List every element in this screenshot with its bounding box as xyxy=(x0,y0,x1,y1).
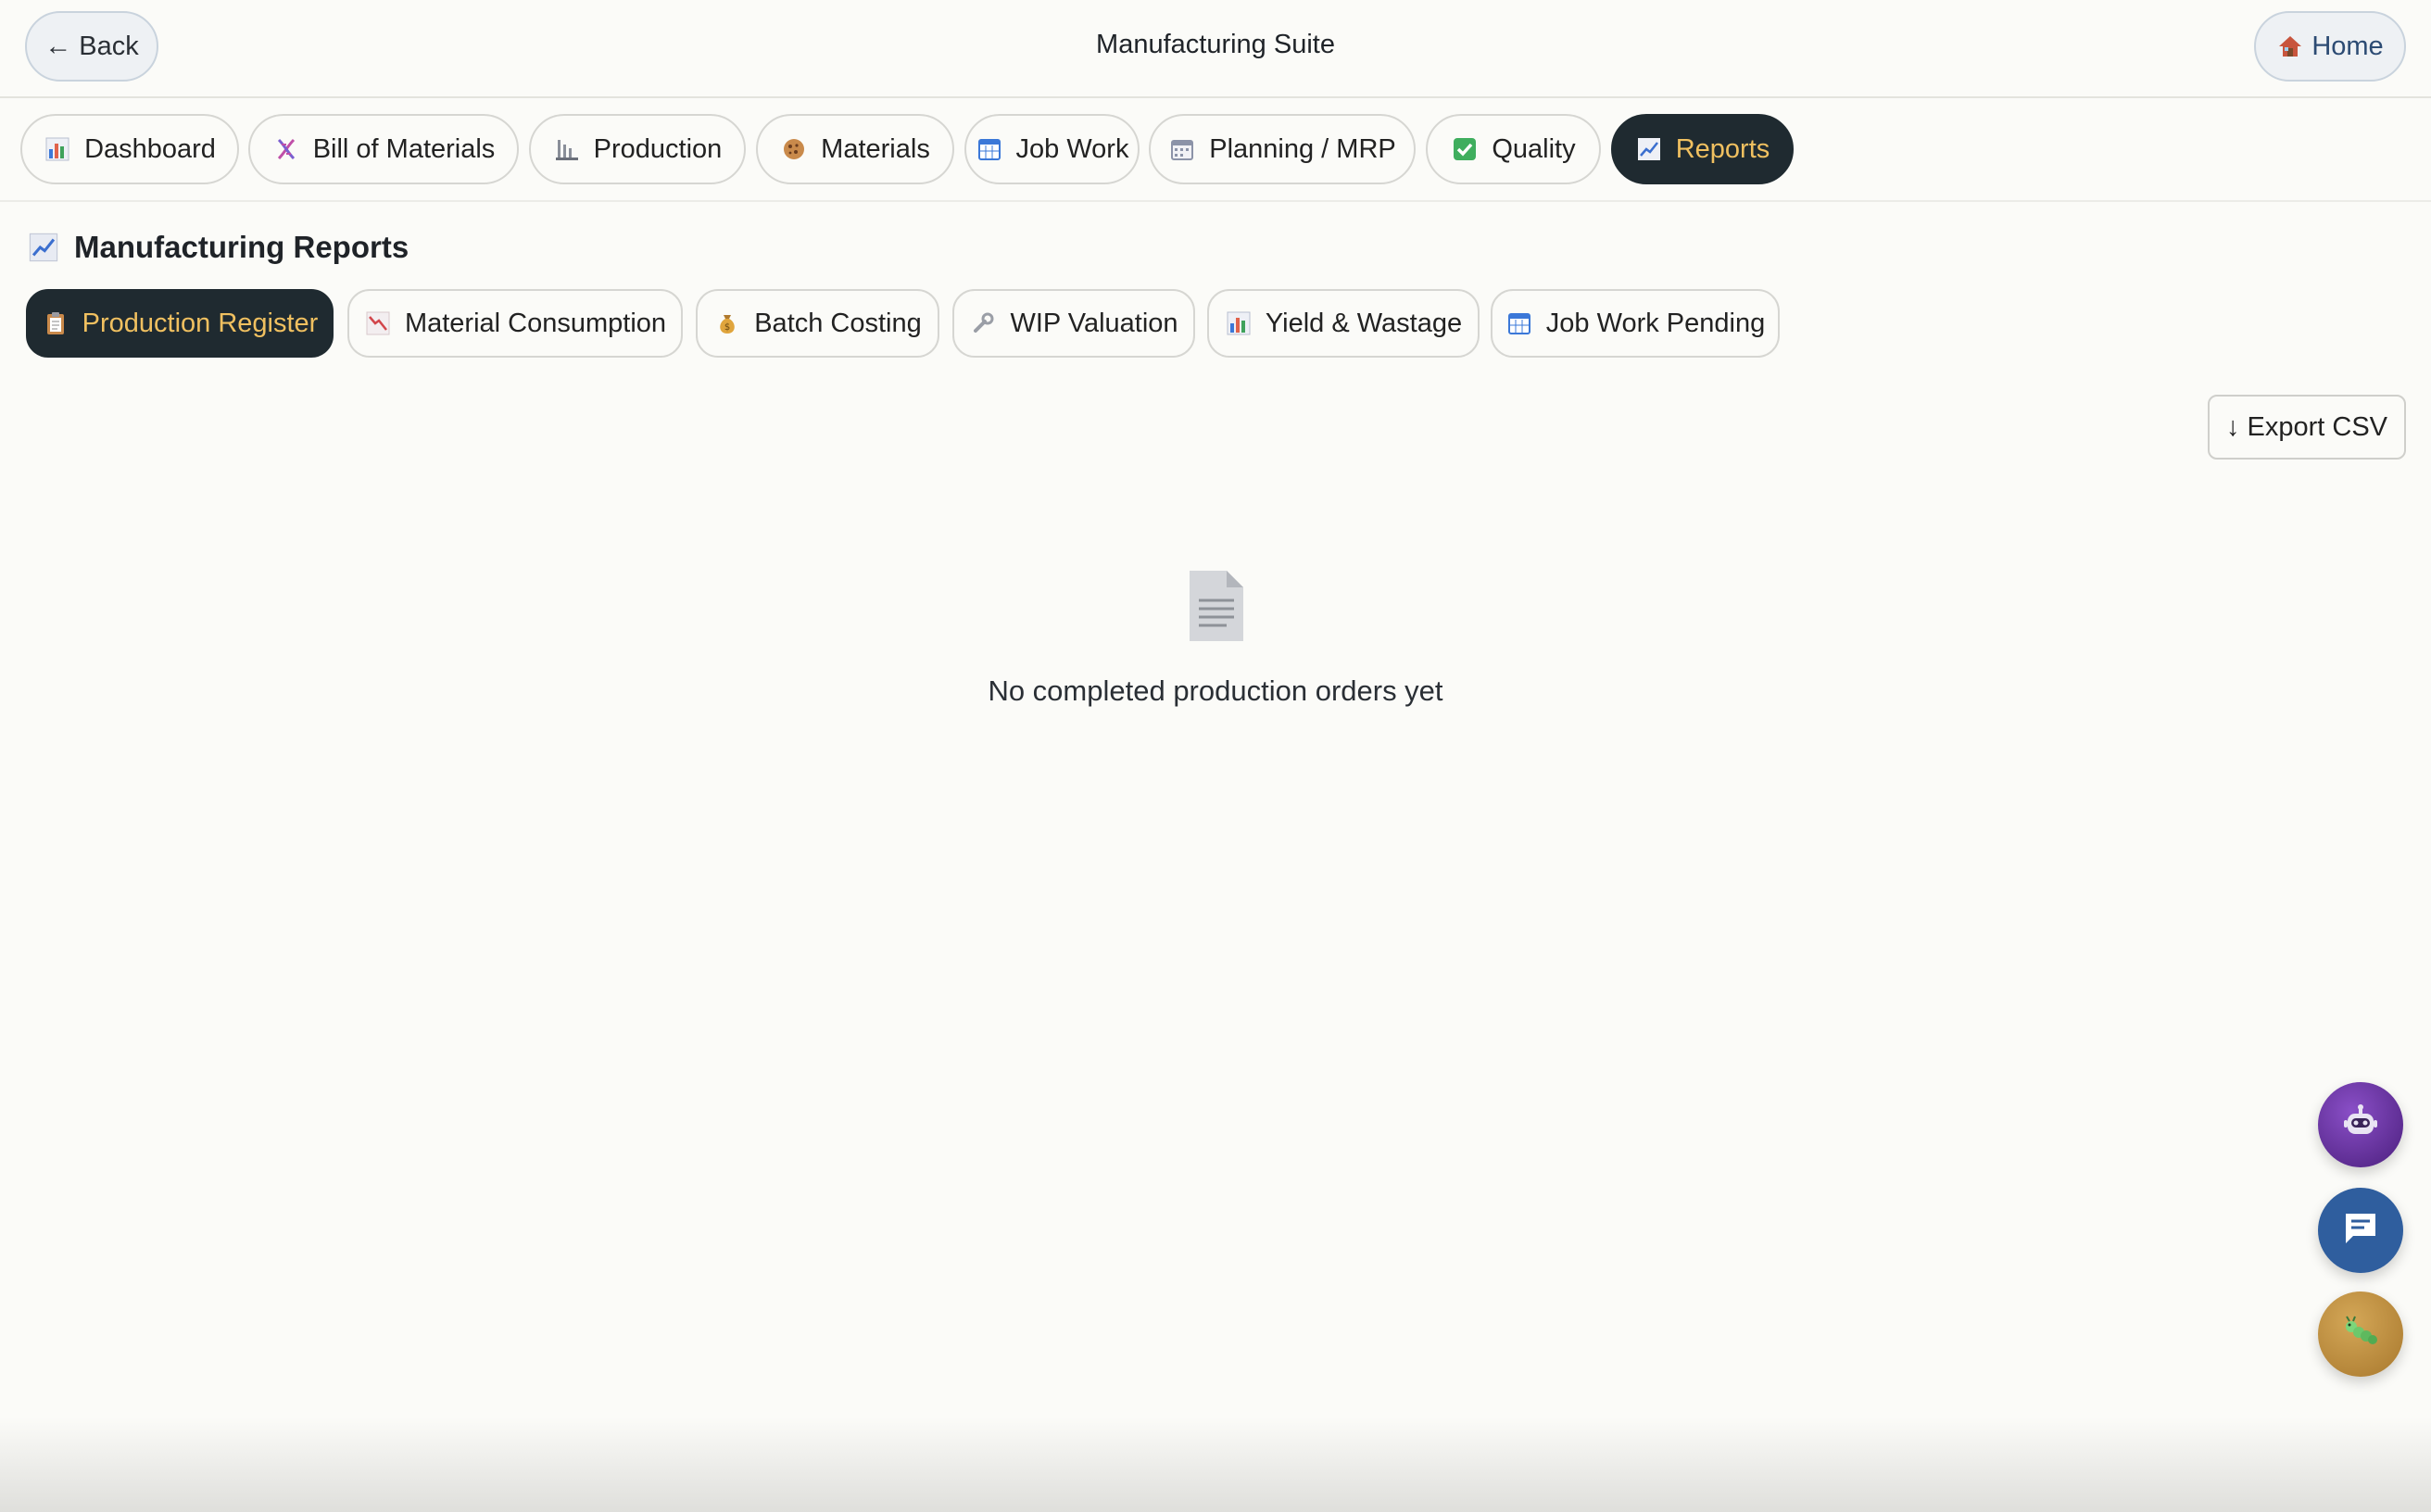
subtab-yield-wastage[interactable]: Yield & Wastage xyxy=(1207,289,1480,358)
tab-label: Planning / MRP xyxy=(1209,133,1396,164)
money-bag-icon: $ xyxy=(713,309,741,337)
main-tab-bar: Dashboard Bill of Materials Production M… xyxy=(0,98,2431,202)
subtab-label: Production Register xyxy=(82,308,319,338)
bottom-shadow xyxy=(0,1418,2431,1512)
subtab-label: Material Consumption xyxy=(404,308,667,338)
tab-label: Bill of Materials xyxy=(312,133,496,164)
chat-icon xyxy=(2340,1208,2381,1254)
subtab-job-work-pending[interactable]: Job Work Pending xyxy=(1491,289,1780,358)
tab-dashboard[interactable]: Dashboard xyxy=(20,114,239,184)
document-icon xyxy=(1186,569,1245,643)
section-title: Manufacturing Reports xyxy=(28,230,409,265)
subtab-label: Batch Costing xyxy=(754,308,922,338)
tab-label: Quality xyxy=(1492,133,1576,164)
factory-icon xyxy=(553,135,581,163)
robot-icon xyxy=(2338,1101,2383,1150)
subtab-label: Yield & Wastage xyxy=(1265,308,1463,338)
house-icon xyxy=(2276,32,2304,60)
export-csv-button[interactable]: ↓ Export CSV xyxy=(2208,395,2406,460)
trend-up-icon xyxy=(28,232,59,263)
tab-job-work[interactable]: Job Work xyxy=(964,114,1140,184)
section-title-text: Manufacturing Reports xyxy=(74,230,409,264)
tab-label: Dashboard xyxy=(84,133,216,164)
subtab-production-register[interactable]: Production Register xyxy=(26,289,334,358)
bar-chart-icon xyxy=(44,135,71,163)
clipboard-icon xyxy=(42,309,69,337)
dna-icon xyxy=(272,135,300,163)
home-button-label: Home xyxy=(2311,31,2384,61)
tab-materials[interactable]: Materials xyxy=(756,114,954,184)
subtab-label: WIP Valuation xyxy=(1010,308,1178,338)
cookie-icon xyxy=(780,135,808,163)
svg-text:$: $ xyxy=(724,322,730,333)
app-title: Manufacturing Suite xyxy=(1096,30,1335,59)
subtab-batch-costing[interactable]: $ Batch Costing xyxy=(696,289,939,358)
tab-label: Reports xyxy=(1675,133,1770,164)
subtab-label: Job Work Pending xyxy=(1545,308,1766,338)
assistant-bot-button[interactable] xyxy=(2318,1082,2403,1167)
calendar-grid-icon xyxy=(1505,309,1533,337)
export-csv-label: ↓ Export CSV xyxy=(2225,411,2388,442)
bug-icon xyxy=(2338,1310,2383,1359)
tab-quality[interactable]: Quality xyxy=(1426,114,1601,184)
report-bug-button[interactable] xyxy=(2318,1292,2403,1377)
top-header: ← Back Manufacturing Suite Home xyxy=(0,0,2431,98)
chat-button[interactable] xyxy=(2318,1188,2403,1273)
tab-label: Materials xyxy=(821,133,930,164)
trend-up-icon xyxy=(1635,135,1663,163)
empty-state-message: No completed production orders yet xyxy=(988,674,1443,707)
subtab-wip-valuation[interactable]: WIP Valuation xyxy=(952,289,1195,358)
tab-label: Job Work xyxy=(1015,133,1129,164)
wrench-icon xyxy=(969,309,997,337)
tab-label: Production xyxy=(593,133,723,164)
calendar-icon xyxy=(1168,135,1196,163)
tab-bill-of-materials[interactable]: Bill of Materials xyxy=(248,114,519,184)
page: ← Back Manufacturing Suite Home Dashboar… xyxy=(0,0,2431,1512)
check-icon xyxy=(1451,135,1479,163)
home-button[interactable]: Home xyxy=(2254,11,2406,82)
tab-reports[interactable]: Reports xyxy=(1611,114,1794,184)
tab-production[interactable]: Production xyxy=(529,114,746,184)
bar-chart-icon xyxy=(1225,309,1253,337)
calendar-grid-icon xyxy=(976,135,1003,163)
subtab-material-consumption[interactable]: Material Consumption xyxy=(347,289,683,358)
trend-down-icon xyxy=(364,309,392,337)
tab-planning-mrp[interactable]: Planning / MRP xyxy=(1149,114,1416,184)
